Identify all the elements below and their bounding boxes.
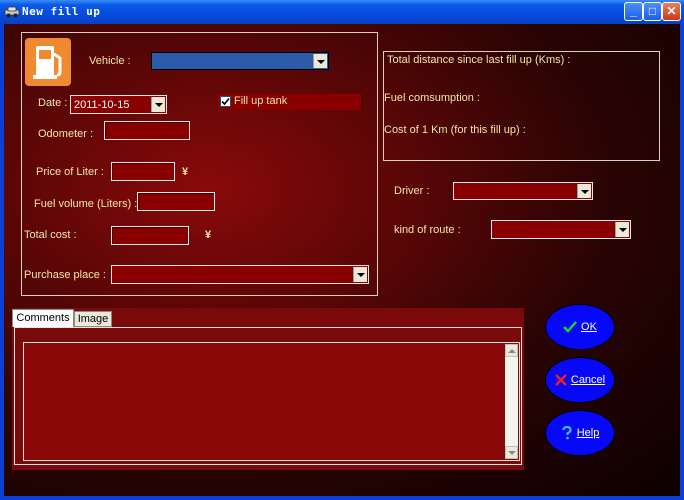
tab-comments-label: Comments	[16, 312, 70, 324]
minimize-button[interactable]: _	[624, 2, 643, 21]
check-icon	[221, 97, 230, 106]
new-fill-up-window: New fill up _ □ ✕ Vehicle : Date : 2011-…	[0, 0, 684, 500]
volume-input[interactable]	[137, 192, 215, 211]
fill-up-tank-checkbox-row[interactable]: Fill up tank	[218, 94, 361, 110]
help-label: Help	[576, 427, 600, 439]
tab-image[interactable]: Image	[74, 311, 112, 327]
price-label: Price of Liter :	[36, 166, 104, 178]
window-title: New fill up	[22, 5, 101, 18]
vehicle-label: Vehicle :	[89, 55, 131, 67]
vehicle-select[interactable]	[151, 52, 329, 70]
driver-label: Driver :	[394, 185, 430, 197]
ok-label: OK	[581, 321, 597, 333]
x-icon	[555, 374, 567, 386]
total-cost-currency: ¥	[205, 229, 212, 241]
total-cost-label: Total cost :	[24, 229, 77, 241]
driver-select[interactable]	[453, 182, 593, 200]
distance-label: Total distance since last fill up (Kms) …	[387, 54, 571, 66]
chevron-down-icon[interactable]	[353, 267, 367, 282]
chevron-down-icon[interactable]	[313, 54, 327, 68]
car-icon	[4, 6, 20, 18]
chevron-down-icon[interactable]	[577, 184, 591, 198]
minimize-icon: _	[630, 4, 637, 18]
client-area: Vehicle : Date : 2011-10-15 Fill up tank…	[4, 24, 680, 496]
fill-up-group	[21, 32, 378, 296]
fuel-pump-icon	[25, 38, 71, 86]
route-select[interactable]	[491, 220, 631, 239]
fill-up-tank-checkbox[interactable]	[220, 96, 231, 107]
volume-label: Fuel volume (Liters) :	[34, 198, 138, 210]
close-button[interactable]: ✕	[662, 2, 681, 21]
consumption-label: Fuel comsumption :	[384, 92, 480, 104]
total-cost-input[interactable]	[111, 226, 189, 245]
maximize-icon: □	[648, 4, 657, 18]
help-button[interactable]: Help	[545, 410, 615, 456]
date-picker[interactable]: 2011-10-15	[70, 95, 167, 114]
chevron-down-icon[interactable]	[615, 222, 629, 237]
cost-per-km-label: Cost of 1 Km (for this fill up) :	[384, 124, 526, 136]
comments-textarea[interactable]	[23, 342, 520, 461]
close-icon: ✕	[666, 4, 677, 18]
cancel-button[interactable]: Cancel	[545, 357, 615, 403]
maximize-button[interactable]: □	[643, 2, 662, 21]
scroll-up-icon[interactable]	[505, 344, 518, 357]
price-currency: ¥	[182, 166, 189, 178]
stats-group	[383, 51, 660, 161]
chevron-down-icon[interactable]	[151, 97, 165, 112]
scroll-down-icon[interactable]	[505, 446, 518, 459]
price-input[interactable]	[111, 162, 175, 181]
date-label: Date :	[38, 97, 68, 109]
ok-button[interactable]: OK	[545, 304, 615, 350]
odometer-input[interactable]	[104, 121, 190, 140]
purchase-place-select[interactable]	[111, 265, 369, 284]
comments-scrollbar[interactable]	[505, 344, 518, 459]
title-bar[interactable]: New fill up _ □ ✕	[0, 0, 684, 24]
odometer-label: Odometer :	[38, 128, 94, 140]
route-label: kind of route :	[394, 224, 461, 236]
date-value: 2011-10-15	[74, 99, 130, 111]
purchase-place-label: Purchase place :	[24, 269, 106, 281]
tab-image-label: Image	[77, 313, 109, 325]
question-icon	[562, 426, 572, 440]
cancel-label: Cancel	[570, 374, 606, 386]
fill-up-tank-label: Fill up tank	[234, 95, 288, 107]
check-icon	[563, 321, 577, 333]
tab-comments[interactable]: Comments	[12, 309, 74, 327]
